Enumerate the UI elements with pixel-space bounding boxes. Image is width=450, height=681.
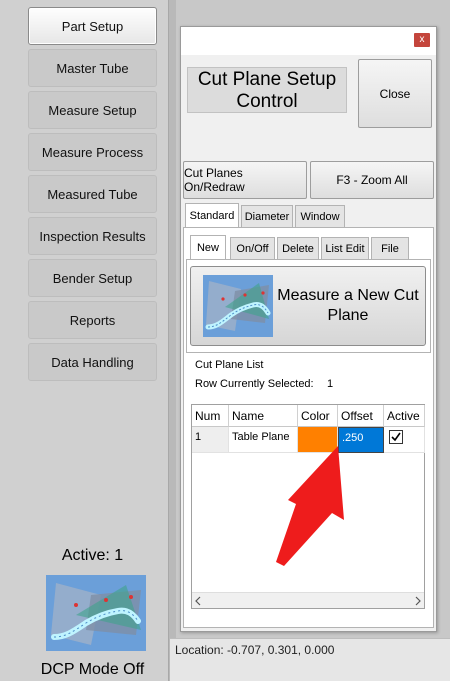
cut-planes-redraw-button[interactable]: Cut Planes On/Redraw <box>183 161 307 199</box>
tab-window[interactable]: Window <box>295 205 345 227</box>
nav-measure-setup-button[interactable]: Measure Setup <box>28 91 157 129</box>
scrollbar-graphics <box>195 596 421 606</box>
cut-plane-table[interactable]: Num Name Color Offset Active 1 Table Pla… <box>191 404 425 609</box>
navigation-panel: Part Setup Master Tube Measure Setup Mea… <box>0 0 170 681</box>
panel-divider[interactable] <box>168 0 176 681</box>
dialog-title: Cut Plane Setup Control <box>187 67 347 113</box>
nav-master-tube-button[interactable]: Master Tube <box>28 49 157 87</box>
location-readout: Location: -0.707, 0.301, 0.000 <box>175 643 335 657</box>
row-selected-value: 1 <box>327 378 334 390</box>
measure-button-label-line1: Measure a New Cut <box>277 287 419 304</box>
column-header-active[interactable]: Active <box>384 405 425 427</box>
checkbox-checked-icon[interactable] <box>389 430 403 444</box>
status-bar: Location: -0.707, 0.301, 0.000 <box>170 638 450 681</box>
zoom-all-button[interactable]: F3 - Zoom All <box>310 161 434 199</box>
subtab-delete[interactable]: Delete <box>277 237 319 259</box>
subtab-file[interactable]: File <box>371 237 409 259</box>
close-button[interactable]: Close <box>358 59 432 128</box>
cut-plane-list-label: Cut Plane List <box>195 359 264 371</box>
column-header-offset[interactable]: Offset <box>338 405 384 427</box>
tab-standard[interactable]: Standard <box>185 203 239 227</box>
cell-color-swatch[interactable] <box>298 427 338 453</box>
dcp-mode-label: DCP Mode Off <box>40 661 145 678</box>
subtab-new[interactable]: New <box>190 235 226 259</box>
measure-new-cut-plane-button[interactable]: Measure a New Cut Plane <box>190 266 426 346</box>
nav-part-setup-button[interactable]: Part Setup <box>28 7 157 45</box>
column-header-color[interactable]: Color <box>298 405 338 427</box>
dialog-title-line1: Cut Plane Setup <box>197 69 337 90</box>
cut-plane-dialog: x Cut Plane Setup Control Close Cut Plan… <box>180 26 437 632</box>
tab-diameter[interactable]: Diameter <box>241 205 293 227</box>
cell-active[interactable] <box>384 427 425 453</box>
measure-button-label: Measure a New Cut Plane <box>275 286 421 326</box>
nav-measure-process-button[interactable]: Measure Process <box>28 133 157 171</box>
subtab-on-off[interactable]: On/Off <box>230 237 275 259</box>
column-header-name[interactable]: Name <box>229 405 298 427</box>
row-selected-label: Row Currently Selected: <box>195 378 314 390</box>
tube-thumbnail-icon <box>46 575 146 651</box>
column-header-num[interactable]: Num <box>192 405 229 427</box>
dialog-close-icon[interactable]: x <box>414 33 430 47</box>
cell-num[interactable]: 1 <box>192 427 229 453</box>
nav-data-handling-button[interactable]: Data Handling <box>28 343 157 381</box>
tube-measure-icon <box>203 275 273 337</box>
dialog-titlebar[interactable]: x <box>181 27 436 55</box>
sub-tab-strip: New On/Off Delete List Edit File <box>185 235 425 259</box>
subtab-list-edit[interactable]: List Edit <box>321 237 369 259</box>
active-count-label: Active: 1 <box>61 547 124 564</box>
nav-measured-tube-button[interactable]: Measured Tube <box>28 175 157 213</box>
main-tab-strip: Standard Diameter Window <box>185 203 435 227</box>
nav-inspection-results-button[interactable]: Inspection Results <box>28 217 157 255</box>
nav-reports-button[interactable]: Reports <box>28 301 157 339</box>
cell-offset[interactable]: .250 <box>338 427 384 453</box>
cell-name[interactable]: Table Plane <box>229 427 298 453</box>
measure-button-label-line2: Plane <box>327 307 369 324</box>
nav-bender-setup-button[interactable]: Bender Setup <box>28 259 157 297</box>
dialog-title-line2: Control <box>236 91 298 112</box>
table-horizontal-scrollbar[interactable] <box>192 592 424 608</box>
